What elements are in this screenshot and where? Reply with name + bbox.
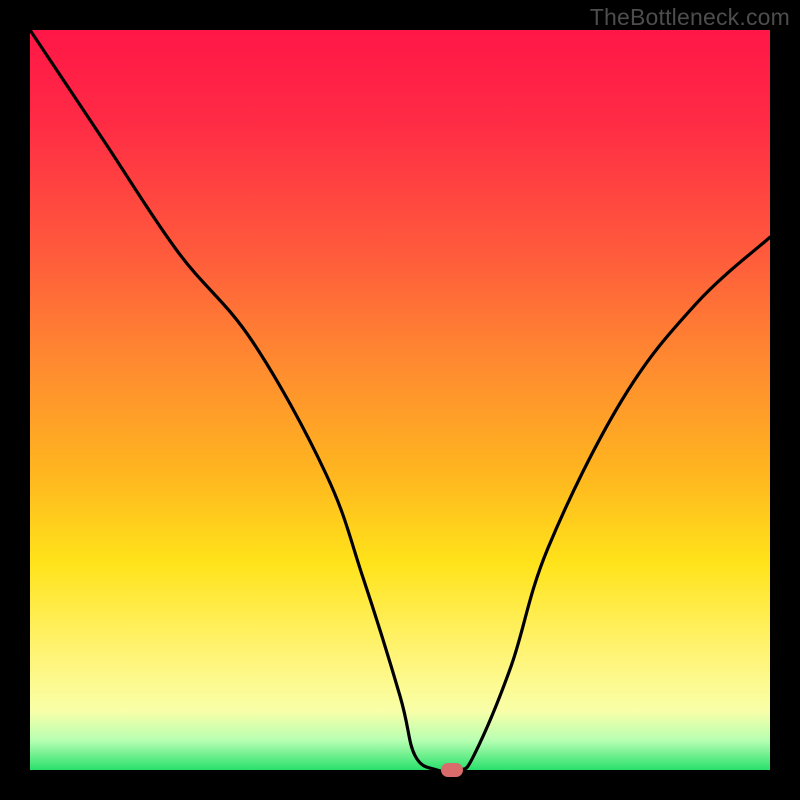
chart-frame: TheBottleneck.com — [0, 0, 800, 800]
bottleneck-curve — [30, 30, 770, 770]
plot-area — [30, 30, 770, 770]
optimal-marker — [441, 763, 463, 777]
watermark-text: TheBottleneck.com — [590, 4, 790, 31]
curve-path — [30, 30, 770, 770]
